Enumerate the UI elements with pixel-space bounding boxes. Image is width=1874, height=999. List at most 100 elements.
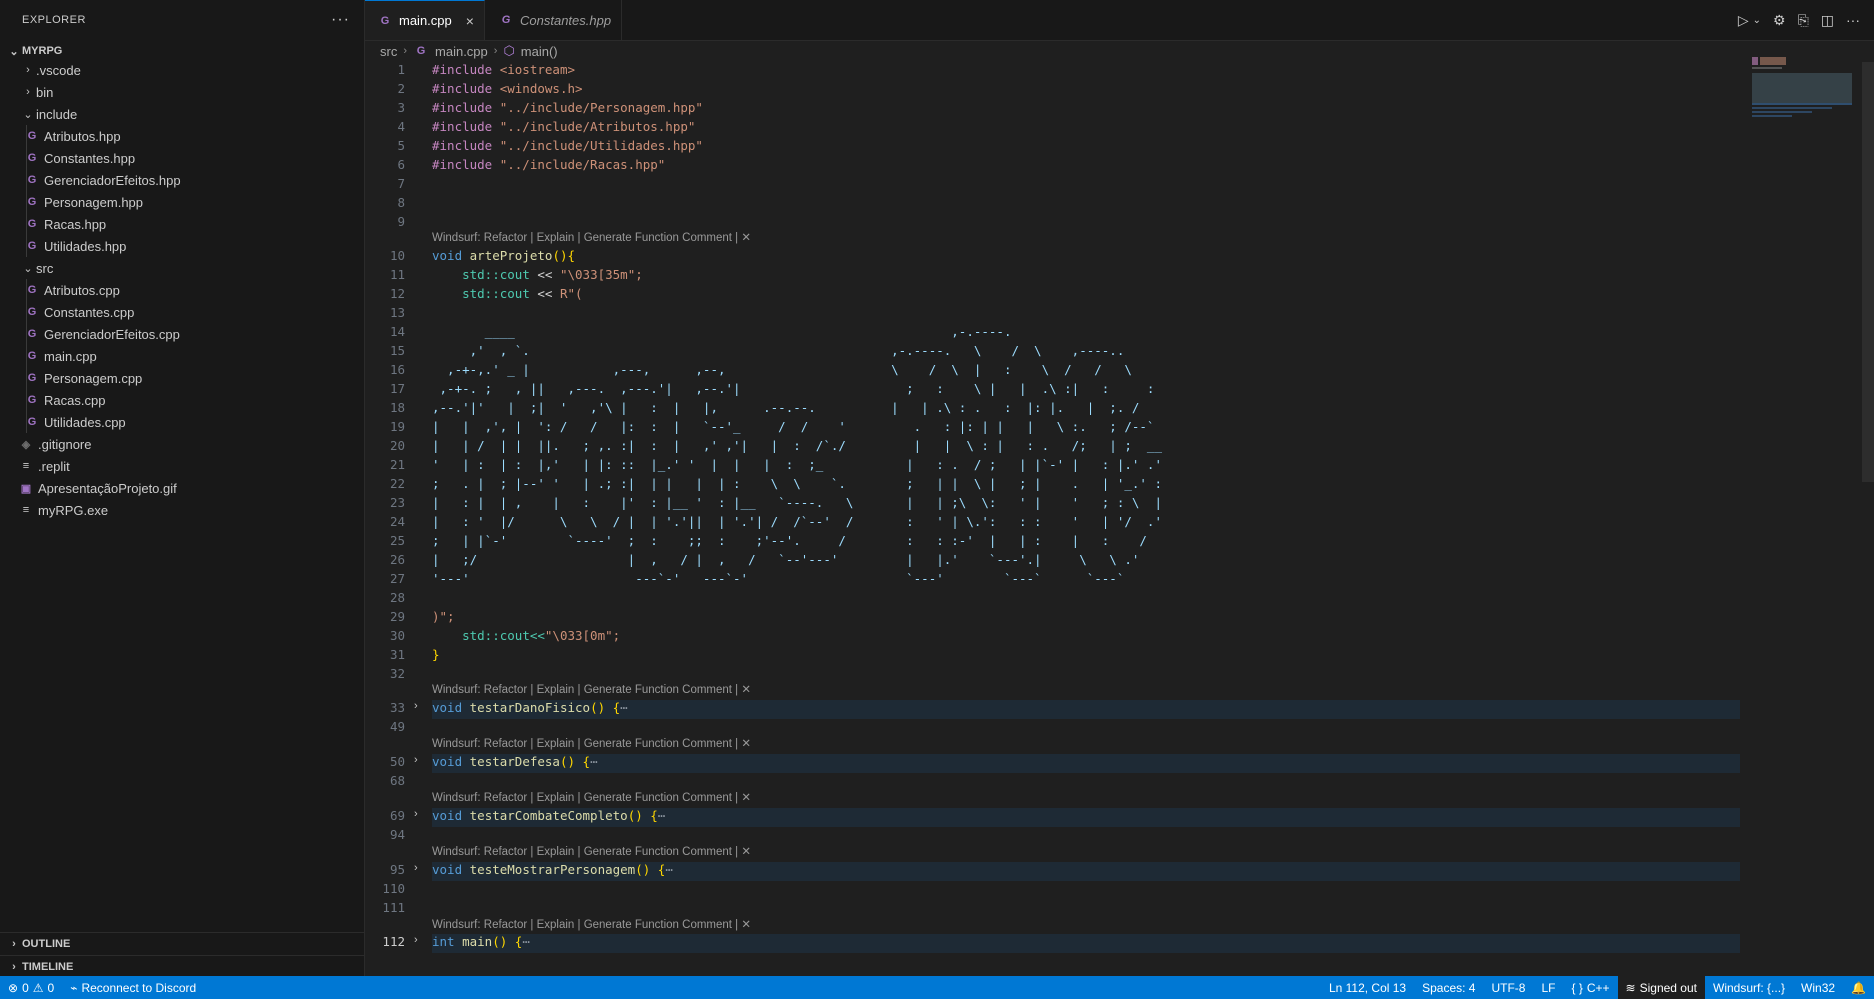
codelens[interactable]: Windsurf: Refactor | Explain | Generate … — [432, 736, 751, 750]
ascii-art-line: ,-+-. ; , || ,---. ,---.'| ,--.'| ; : \ … — [432, 381, 1155, 396]
tree-item[interactable]: ◈ .gitignore — [0, 433, 382, 455]
scrollbar-thumb[interactable] — [1862, 62, 1874, 482]
windsurf-account[interactable]: ≋ Signed out — [1617, 976, 1705, 999]
tree-item[interactable]: G Personagem.cpp — [0, 367, 388, 389]
chevron-right-icon[interactable]: › — [414, 934, 418, 946]
tree-item[interactable]: G Atributos.cpp — [0, 279, 388, 301]
include-text: #include "../include/Atributos.hpp" — [432, 119, 696, 134]
tree-item[interactable]: G Utilidades.cpp — [0, 411, 388, 433]
code-line: )"; — [432, 609, 455, 624]
tree-item-label: Utilidades.hpp — [44, 238, 127, 254]
tab-bar: G main.cpp × G Constantes.hpp ▷ ⌄ ⚙ ⎘ ◫ … — [365, 0, 1874, 41]
code-line: void testarDanoFisico() {⋯ — [432, 700, 628, 715]
tree-item[interactable]: G Personagem.hpp — [0, 191, 388, 213]
tree-item[interactable]: ≡ myRPG.exe — [0, 499, 382, 521]
codelens[interactable]: Windsurf: Refactor | Explain | Generate … — [432, 790, 751, 804]
discord-label: Reconnect to Discord — [81, 980, 197, 995]
tab-main-cpp[interactable]: G main.cpp × — [365, 0, 485, 40]
ascii-art-line: ,-+-,.' _ | ,---, ,--, \ / \ | : \ / / \ — [432, 362, 1132, 377]
gear-icon[interactable]: ⚙ — [1773, 12, 1786, 29]
tree-item[interactable]: Gmain.cpp — [0, 345, 388, 367]
encoding[interactable]: UTF-8 — [1483, 981, 1533, 995]
timeline-section[interactable]: › TIMELINE — [0, 955, 364, 978]
codelens[interactable]: Windsurf: Refactor | Explain | Generate … — [432, 844, 751, 858]
line-number: 95 — [389, 862, 405, 877]
tree-item[interactable]: ≡ .replit — [0, 455, 382, 477]
fold-ellipsis[interactable]: ⋯ — [658, 808, 666, 823]
chevron-right-icon[interactable]: › — [414, 754, 418, 766]
run-icon[interactable]: ▷ — [1738, 12, 1749, 29]
breadcrumb-folder[interactable]: src — [380, 44, 397, 59]
tree-item[interactable]: › .vscode — [0, 59, 384, 81]
tree-item-label: include — [36, 106, 78, 122]
keyword: void — [432, 808, 463, 823]
bell-icon[interactable]: 🔔 — [1843, 981, 1874, 995]
tree-item[interactable]: G Racas.hpp — [0, 213, 388, 235]
tree-item-label: bin — [36, 84, 54, 100]
codelens[interactable]: Windsurf: Refactor | Explain | Generate … — [432, 230, 751, 244]
open-changes-icon[interactable]: ⎘ — [1798, 12, 1809, 29]
line-number: 18 — [389, 400, 405, 415]
folded-region — [432, 754, 1740, 773]
codelens[interactable]: Windsurf: Refactor | Explain | Generate … — [432, 682, 751, 696]
minimap-preview — [1752, 57, 1852, 117]
tree-item[interactable]: G GerenciadorEfeitos.hpp — [0, 169, 388, 191]
codelens[interactable]: Windsurf: Refactor | Explain | Generate … — [432, 917, 751, 931]
chevron-right-icon[interactable]: › — [414, 700, 418, 712]
tree-item[interactable]: G Constantes.hpp — [0, 147, 388, 169]
fold-ellipsis[interactable]: ⋯ — [522, 934, 530, 949]
fold-ellipsis[interactable]: ⋯ — [620, 700, 628, 715]
problems-indicator[interactable]: ⊗ 0 ⚠ 0 — [0, 981, 62, 995]
chevron-down-icon[interactable]: ⌄ — [1753, 15, 1761, 26]
tree-item[interactable]: ▣ ApresentaçãoProjeto.gif — [0, 477, 382, 499]
breadcrumb-file[interactable]: main.cpp — [435, 44, 488, 59]
tree-item[interactable]: G GerenciadorEfeitos.cpp — [0, 323, 388, 345]
tree-item[interactable]: ⌄ include — [0, 103, 384, 125]
indentation[interactable]: Spaces: 4 — [1414, 981, 1483, 995]
chevron-right-icon: › — [12, 938, 16, 950]
breadcrumb-symbol[interactable]: main() — [521, 44, 558, 59]
ellipsis-icon[interactable]: ··· — [1846, 12, 1860, 28]
line-number: 10 — [389, 248, 405, 263]
explorer-title: EXPLORER — [22, 14, 86, 26]
fold-ellipsis[interactable]: ⋯ — [590, 754, 598, 769]
cursor-position[interactable]: Ln 112, Col 13 — [1321, 981, 1414, 995]
code-line: std::cout << R"( — [432, 286, 582, 301]
minimap[interactable] — [1742, 55, 1862, 155]
outline-section[interactable]: › OUTLINE — [0, 932, 364, 955]
brackets: () { — [627, 808, 658, 823]
line-number: 9 — [397, 214, 405, 229]
close-icon[interactable]: × — [466, 13, 474, 29]
windsurf-status[interactable]: Windsurf: {...} — [1705, 981, 1793, 995]
cube-icon: ⬡ — [503, 43, 515, 58]
tab-constantes-hpp[interactable]: G Constantes.hpp — [486, 0, 623, 40]
tree-item[interactable]: G Racas.cpp — [0, 389, 388, 411]
code-line: #include "../include/Personagem.hpp" — [432, 100, 703, 115]
end-of-line[interactable]: LF — [1533, 981, 1563, 995]
line-number: 19 — [389, 419, 405, 434]
ascii-art-line: | ;/ | , / | , / `--'---' | |.' `---'.| … — [432, 552, 1140, 567]
language-mode[interactable]: { } C++ — [1564, 981, 1618, 995]
line-number: 4 — [397, 119, 405, 134]
vertical-scrollbar[interactable] — [1862, 62, 1874, 976]
tree-item[interactable]: G Atributos.hpp — [0, 125, 388, 147]
code-editor[interactable]: 1 2 3 4 5 6 7 8 9 10 11 12 13 14 15 16 1… — [365, 62, 1740, 976]
discord-status[interactable]: ⌁ Reconnect to Discord — [62, 981, 204, 995]
ascii-art-line: ; . | ; |--' ' | .; :| | | | | : \ \ `. … — [432, 476, 1162, 491]
chevron-right-icon[interactable]: › — [414, 808, 418, 820]
ellipsis-icon[interactable]: ··· — [331, 11, 350, 29]
tree-item-label: src — [36, 260, 54, 276]
tree-item[interactable]: › bin — [0, 81, 384, 103]
fold-ellipsis[interactable]: ⋯ — [665, 862, 673, 877]
tree-item[interactable]: G Constantes.cpp — [0, 301, 388, 323]
tree-item[interactable]: G Utilidades.hpp — [0, 235, 388, 257]
include-text: #include "../include/Personagem.hpp" — [432, 100, 703, 115]
platform[interactable]: Win32 — [1793, 981, 1843, 995]
tree-item-label: ApresentaçãoProjeto.gif — [38, 480, 177, 496]
tree-item[interactable]: ⌄ src — [0, 257, 384, 279]
operator: << — [537, 267, 553, 282]
chevron-right-icon: › — [12, 961, 16, 973]
line-number: 30 — [389, 628, 405, 643]
chevron-right-icon[interactable]: › — [414, 862, 418, 874]
split-editor-icon[interactable]: ◫ — [1821, 12, 1834, 29]
